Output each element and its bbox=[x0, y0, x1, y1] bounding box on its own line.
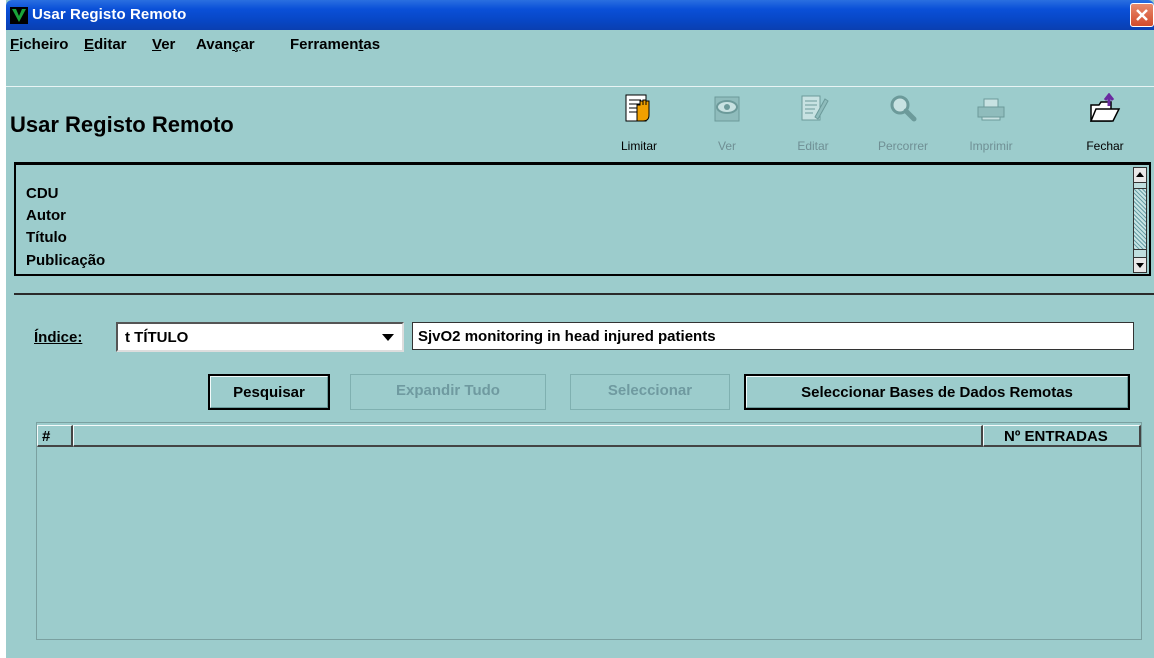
info-line-publicacao: Publicação bbox=[26, 252, 106, 269]
editar-button[interactable]: Editar bbox=[778, 91, 848, 159]
indice-label: Índice: bbox=[34, 329, 83, 346]
app-v-icon bbox=[10, 7, 28, 24]
menu-ferramentas[interactable]: Ferramentas bbox=[290, 36, 380, 53]
fechar-label: Fechar bbox=[1086, 139, 1124, 153]
percorrer-button[interactable]: Percorrer bbox=[868, 91, 938, 159]
scroll-up-icon[interactable] bbox=[1134, 168, 1146, 183]
info-line-titulo: Título bbox=[26, 229, 67, 246]
expandir-tudo-button[interactable]: Expandir Tudo bbox=[350, 374, 546, 410]
magnifier-icon bbox=[887, 93, 919, 125]
seleccionar-bases-button[interactable]: Seleccionar Bases de Dados Remotas bbox=[744, 374, 1130, 410]
editar-label: Editar bbox=[797, 139, 829, 153]
app-window: Usar Registo Remoto Ficheiro Editar Ver … bbox=[6, 0, 1154, 658]
seleccionar-button[interactable]: Seleccionar bbox=[570, 374, 730, 410]
printer-icon bbox=[975, 93, 1007, 125]
chevron-down-icon[interactable] bbox=[382, 334, 394, 341]
info-line-autor: Autor bbox=[26, 207, 66, 224]
title-bar[interactable]: Usar Registo Remoto bbox=[6, 0, 1154, 30]
fechar-button[interactable]: Fechar bbox=[1070, 91, 1140, 159]
results-table: # Nº ENTRADAS bbox=[36, 422, 1142, 640]
header-toolbar: Usar Registo Remoto Limitar Ver Editar P… bbox=[6, 86, 1154, 161]
imprimir-label: Imprimir bbox=[969, 139, 1013, 153]
col-header-number[interactable]: # bbox=[37, 425, 73, 447]
page-title: Usar Registo Remoto bbox=[10, 112, 234, 137]
record-info-panel: CDU Autor Título Publicação bbox=[14, 162, 1151, 276]
menu-ficheiro[interactable]: Ficheiro bbox=[10, 36, 68, 53]
col-header-title[interactable] bbox=[73, 425, 983, 447]
scroll-thumb[interactable] bbox=[1134, 188, 1146, 250]
percorrer-label: Percorrer bbox=[877, 139, 928, 153]
pesquisar-label: Pesquisar bbox=[210, 376, 328, 408]
menu-ver[interactable]: Ver bbox=[152, 36, 175, 53]
edit-pencil-icon bbox=[797, 93, 829, 125]
imprimir-button[interactable]: Imprimir bbox=[956, 91, 1026, 159]
eye-icon bbox=[711, 93, 743, 125]
pesquisar-button[interactable]: Pesquisar bbox=[208, 374, 330, 410]
close-icon[interactable] bbox=[1130, 3, 1154, 27]
col-header-entries-label: Nº ENTRADAS bbox=[1004, 428, 1108, 445]
menu-avancar[interactable]: Avançar bbox=[196, 36, 255, 53]
search-input[interactable]: SjvO2 monitoring in head injured patient… bbox=[412, 322, 1134, 350]
info-line-cdu: CDU bbox=[26, 185, 59, 202]
ver-button[interactable]: Ver bbox=[692, 91, 762, 159]
divider bbox=[14, 293, 1154, 295]
ver-label: Ver bbox=[717, 139, 736, 153]
indice-select-value: t TÍTULO bbox=[125, 329, 189, 346]
scroll-down-icon[interactable] bbox=[1134, 257, 1146, 272]
seleccionar-bases-label: Seleccionar Bases de Dados Remotas bbox=[746, 376, 1128, 408]
window-title: Usar Registo Remoto bbox=[32, 6, 187, 23]
vertical-scrollbar[interactable] bbox=[1133, 167, 1147, 273]
limitar-label: Limitar bbox=[620, 139, 657, 153]
hand-stop-icon bbox=[623, 93, 655, 125]
limitar-button[interactable]: Limitar bbox=[604, 91, 674, 159]
col-header-number-label: # bbox=[42, 428, 51, 445]
folder-exit-icon bbox=[1089, 92, 1121, 125]
menu-editar[interactable]: Editar bbox=[84, 36, 127, 53]
col-header-entries[interactable]: Nº ENTRADAS bbox=[983, 425, 1141, 447]
indice-select[interactable]: t TÍTULO bbox=[116, 322, 404, 352]
